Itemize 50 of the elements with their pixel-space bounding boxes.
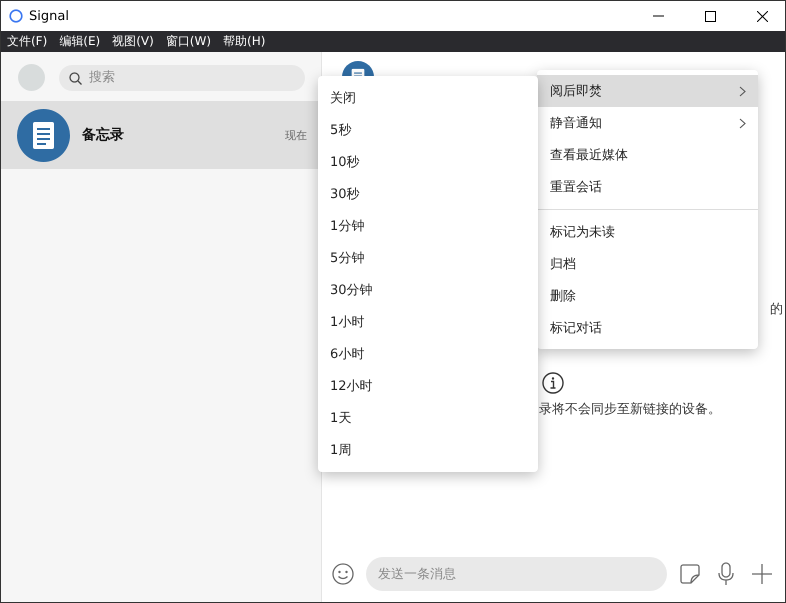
menu-item-label: 重置会话 xyxy=(550,179,603,196)
menu-item[interactable]: 视图(V) xyxy=(112,33,154,50)
menu-item-label: 标记对话 xyxy=(550,320,603,337)
note-avatar-icon xyxy=(17,108,70,162)
submenu-item[interactable]: 6小时 xyxy=(318,338,538,370)
context-menu-item[interactable]: 归档 xyxy=(537,248,758,280)
message-field[interactable]: 发送一条消息 xyxy=(366,557,667,591)
menu-item-label: 删除 xyxy=(550,288,577,305)
submenu-item[interactable]: 5分钟 xyxy=(318,242,538,274)
app-logo-icon xyxy=(9,9,23,23)
context-menu-item[interactable]: 重置会话 xyxy=(537,171,758,203)
menu-item-label: 阅后即焚 xyxy=(550,83,603,100)
submenu-item[interactable]: 30分钟 xyxy=(318,274,538,306)
notice-fragment: 的 xyxy=(770,301,783,318)
menu-item-label: 归档 xyxy=(550,256,577,273)
close-icon xyxy=(756,10,768,22)
context-menu-item[interactable]: 标记对话 xyxy=(537,312,758,344)
context-menu-item[interactable]: 标记为未读 xyxy=(537,216,758,248)
context-menu-item[interactable]: 静音通知 xyxy=(537,107,758,139)
submenu-item[interactable]: 5秒 xyxy=(318,114,538,146)
info-icon xyxy=(542,372,564,394)
submenu-item[interactable]: 1小时 xyxy=(318,306,538,338)
submenu-item[interactable]: 1周 xyxy=(318,434,538,466)
window-title: Signal xyxy=(29,8,70,24)
submenu-item[interactable]: 1分钟 xyxy=(318,210,538,242)
submenu-item[interactable]: 12小时 xyxy=(318,370,538,402)
submenu-item[interactable]: 30秒 xyxy=(318,178,538,210)
conversation-time: 现在 xyxy=(285,128,307,142)
menu-item[interactable]: 窗口(W) xyxy=(166,33,212,50)
submenu-item[interactable]: 10秒 xyxy=(318,146,538,178)
menu-item-label: 查看最近媒体 xyxy=(550,147,629,164)
search-icon xyxy=(69,72,82,84)
menu-item[interactable]: 编辑(E) xyxy=(59,33,100,50)
search-field[interactable]: 搜索 xyxy=(59,64,305,90)
context-menu-item[interactable]: 查看最近媒体 xyxy=(537,139,758,171)
context-menu-item[interactable]: 阅后即焚 xyxy=(537,75,758,107)
menu-item-label: 标记为未读 xyxy=(550,224,616,241)
menu-item[interactable]: 文件(F) xyxy=(7,33,48,50)
menu-item-label: 静音通知 xyxy=(550,115,603,132)
notice-text: 录将不会同步至新链接的设备。 xyxy=(539,401,721,418)
minimize-icon xyxy=(652,15,664,17)
emoji-button[interactable] xyxy=(330,561,356,587)
submenu-item[interactable]: 关闭 xyxy=(318,82,538,114)
context-menu-item[interactable]: 删除 xyxy=(537,280,758,312)
conversation-name: 备忘录 xyxy=(82,126,125,144)
submenu-item[interactable]: 1天 xyxy=(318,402,538,434)
add-button[interactable] xyxy=(749,561,775,587)
conversation-item[interactable]: 备忘录 现在 xyxy=(1,101,321,169)
maximize-icon xyxy=(704,10,716,22)
menu-item[interactable]: 帮助(H) xyxy=(223,33,266,50)
